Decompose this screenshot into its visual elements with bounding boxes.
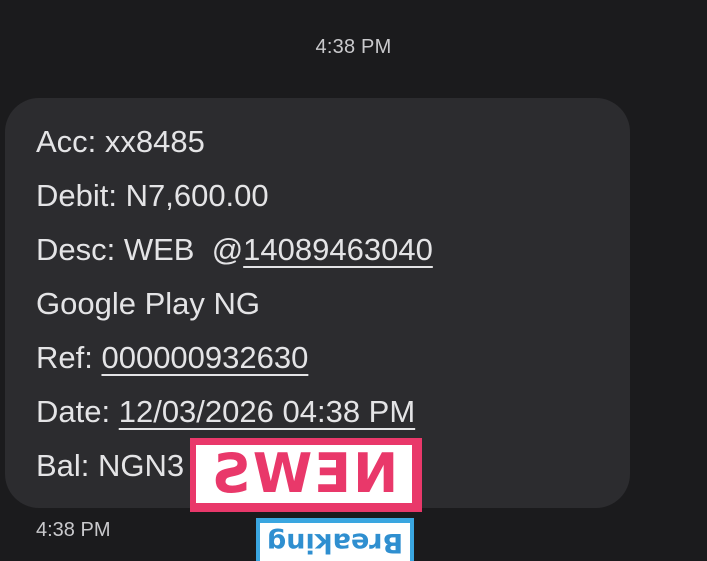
- news-banner-text: NEWS: [209, 442, 399, 505]
- description-line: Desc: WEB @14089463040: [36, 232, 433, 268]
- reference-number-link[interactable]: 000000932630: [101, 340, 308, 375]
- merchant-line: Google Play NG: [36, 286, 260, 321]
- balance-line: Bal: NGN3: [36, 448, 185, 483]
- description-label: Desc: WEB @: [36, 232, 244, 267]
- reference-line: Ref: 000000932630: [36, 340, 308, 376]
- debit-line: Debit: N7,600.00: [36, 178, 269, 213]
- date-line: Date: 12/03/2026 04:38 PM: [36, 394, 415, 430]
- message-timestamp: 4:38 PM: [315, 36, 392, 58]
- account-line: Acc: xx8485: [36, 124, 205, 159]
- breaking-news-sticker: NEWS Breaking: [190, 438, 422, 561]
- news-banner-panel: NEWS: [196, 442, 412, 505]
- messages-screen: 4:38 PM Acc: xx8485 Debit: N7,600.00 Des…: [0, 0, 707, 561]
- breaking-banner-panel: Breaking: [260, 523, 410, 561]
- date-link[interactable]: 12/03/2026 04:38 PM: [119, 394, 415, 429]
- date-label: Date:: [36, 394, 119, 429]
- phone-number-link[interactable]: 14089463040: [243, 232, 433, 267]
- news-banner: NEWS: [190, 438, 422, 512]
- breaking-banner: Breaking: [256, 518, 414, 561]
- reference-label: Ref:: [36, 340, 102, 375]
- message-timestamp-bottom: 4:38 PM: [36, 519, 111, 541]
- breaking-banner-text: Breaking: [266, 527, 404, 558]
